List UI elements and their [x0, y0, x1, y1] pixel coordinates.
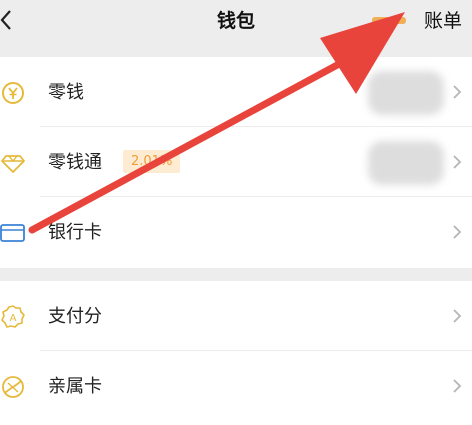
- blurred-balance: [368, 71, 444, 115]
- service-item-family-card[interactable]: 亲属卡: [0, 351, 472, 421]
- chevron-right-icon: [453, 309, 462, 323]
- pay-score-icon: A: [1, 305, 25, 328]
- wallet-item-change[interactable]: 零钱: [0, 57, 472, 127]
- wallet-item-bank-card[interactable]: 银行卡: [0, 197, 472, 267]
- bank-card-icon: [0, 224, 25, 242]
- diamond-icon: [1, 155, 25, 173]
- wallet-item-label: 银行卡: [48, 222, 102, 243]
- wallet-card: 零钱 零钱通 2.01% 银行卡: [0, 57, 472, 268]
- service-item-label: 亲属卡: [48, 376, 102, 397]
- bill-highlight: [372, 17, 406, 24]
- yield-badge: 2.01%: [123, 150, 181, 173]
- top-bar: 钱包 账单: [0, 0, 472, 42]
- service-item-label: 支付分: [48, 306, 102, 327]
- svg-text:A: A: [10, 313, 17, 324]
- service-item-pay-score[interactable]: A 支付分: [0, 281, 472, 351]
- chevron-right-icon: [453, 225, 462, 239]
- bill-button[interactable]: 账单: [424, 6, 462, 33]
- services-card: A 支付分 亲属卡: [0, 281, 472, 425]
- chevron-right-icon: [453, 85, 462, 99]
- family-card-icon: [2, 376, 24, 398]
- chevron-right-icon: [453, 155, 462, 169]
- yen-coin-icon: [2, 82, 24, 104]
- wallet-item-label: 零钱: [48, 82, 84, 103]
- blurred-balance: [368, 141, 444, 185]
- wallet-item-label: 零钱通: [48, 152, 102, 173]
- chevron-right-icon: [453, 379, 462, 393]
- wallet-item-change-plus[interactable]: 零钱通 2.01%: [0, 127, 472, 197]
